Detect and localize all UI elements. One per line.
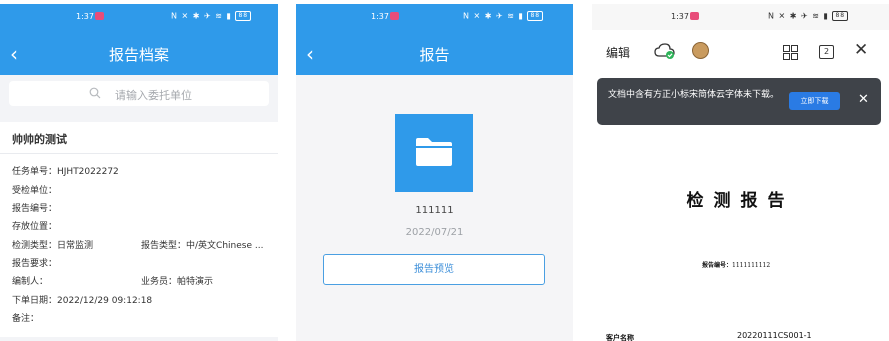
battery-icon: 88	[527, 11, 544, 21]
font-missing-toast: 文档中含有方正小标宋简体云字体未下载。 立即下载 ✕	[597, 78, 881, 125]
file-name: 111111	[415, 205, 454, 216]
avatar[interactable]	[692, 42, 709, 59]
status-bar: 1:37 N ✕ ✱ ✈ ≋ ▮ 88	[592, 4, 889, 30]
field-editor: 编制人：	[12, 277, 49, 287]
search-icon	[89, 87, 101, 99]
card-divider	[0, 153, 278, 154]
report-preview-button[interactable]: 报告预览	[323, 254, 545, 285]
notification-icon	[690, 12, 699, 20]
report-screen: 1:37 N ✕ ✱ ✈ ≋ ▮ 88 ‹ 报告 111111 2022/07/…	[296, 4, 573, 341]
search-input[interactable]: 请输入委托单位	[9, 81, 269, 106]
file-date: 2022/07/21	[405, 227, 464, 238]
field-inspection-type: 检测类型：日常监测	[12, 241, 94, 251]
notification-icon	[95, 12, 104, 20]
document-title: 检测报告	[686, 191, 795, 211]
field-remark: 备注：	[12, 314, 40, 324]
status-icons: N ✕ ✱ ✈ ≋ ▮ 88	[768, 11, 849, 21]
field-inspected-unit: 受检单位：	[12, 186, 58, 196]
report-number: 报告编号：1111111112	[702, 260, 770, 269]
report-number-label: 报告编号：	[702, 262, 733, 269]
folder-glyph-icon	[416, 138, 452, 166]
report-header: 1:37 N ✕ ✱ ✈ ≋ ▮ 88 ‹ 报告	[296, 4, 573, 75]
notification-icon	[390, 12, 399, 20]
field-storage: 存放位置：	[12, 222, 58, 232]
toast-close-icon[interactable]: ✕	[858, 92, 869, 108]
close-icon[interactable]: ✕	[854, 40, 868, 60]
screenshot-stage: 1:37 N ✕ ✱ ✈ ≋ ▮ 88 ‹ 报告档案 请输入委托单位 帅帅的测试…	[0, 0, 889, 341]
field-task-no: 任务单号：HJHT2022272	[12, 167, 119, 177]
battery-icon: 88	[832, 11, 849, 21]
archive-header: 1:37 N ✕ ✱ ✈ ≋ ▮ 88 ‹ 报告档案	[0, 4, 278, 75]
search-placeholder: 请输入委托单位	[115, 89, 192, 102]
client-name-label: 客户名称	[606, 333, 634, 341]
field-report-type: 报告类型：中/英文Chinese ...	[141, 241, 264, 251]
page-title: 报告	[419, 46, 450, 64]
status-time: 1:37	[671, 12, 689, 21]
field-report-no: 报告编号：	[12, 204, 58, 214]
page-title: 报告档案	[108, 46, 169, 64]
viewer-toolbar: 编辑 2 ✕	[592, 30, 889, 66]
toast-message: 文档中含有方正小标宋简体云字体未下载。	[608, 90, 780, 100]
edit-button[interactable]: 编辑	[606, 44, 630, 61]
download-now-button[interactable]: 立即下载	[789, 92, 840, 110]
grid-icon[interactable]	[783, 45, 798, 60]
status-bar: 1:37 N ✕ ✱ ✈ ≋ ▮ 88	[0, 4, 278, 30]
status-time: 1:37	[371, 12, 389, 21]
field-report-req: 报告要求：	[12, 259, 58, 269]
battery-icon: 88	[235, 11, 252, 21]
document-viewer-screen: 1:37 N ✕ ✱ ✈ ≋ ▮ 88 编辑 2 ✕ 文档中含有方正小标宋简体云…	[592, 4, 889, 341]
field-salesperson: 业务员：帕特演示	[141, 277, 214, 287]
cloud-sync-icon[interactable]	[654, 42, 676, 60]
card-title: 帅帅的测试	[12, 133, 67, 146]
report-archive-screen: 1:37 N ✕ ✱ ✈ ≋ ▮ 88 ‹ 报告档案 请输入委托单位 帅帅的测试…	[0, 4, 278, 341]
archive-card[interactable]: 帅帅的测试 任务单号：HJHT2022272 受检单位： 报告编号： 存放位置：…	[0, 122, 278, 337]
report-number-value: 1111111112	[732, 262, 771, 269]
status-icons: N ✕ ✱ ✈ ≋ ▮ 88	[463, 11, 544, 21]
client-name-value: 20220111CS001-1	[737, 331, 812, 340]
folder-icon[interactable]	[395, 114, 473, 192]
field-issue-date: 下单日期：2022/12/29 09:12:18	[12, 296, 153, 306]
status-icons: N ✕ ✱ ✈ ≋ ▮ 88	[171, 11, 252, 21]
status-bar: 1:37 N ✕ ✱ ✈ ≋ ▮ 88	[296, 4, 573, 30]
status-time: 1:37	[76, 12, 94, 21]
page-count-button[interactable]: 2	[819, 45, 834, 59]
